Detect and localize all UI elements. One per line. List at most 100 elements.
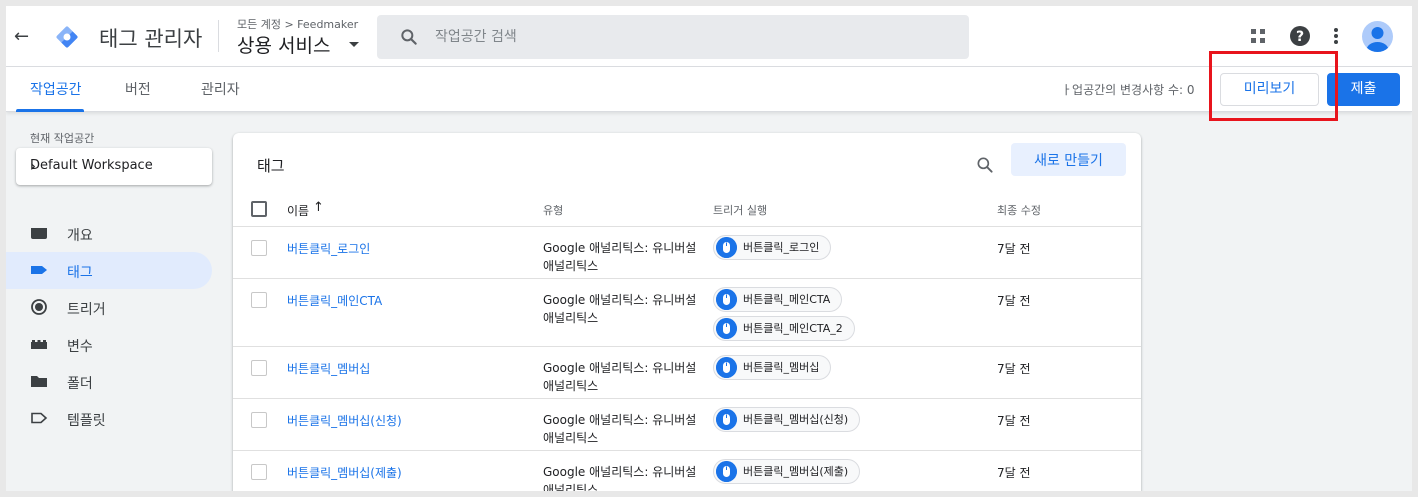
tags-card: 태그 새로 만들기 이름 ↑ 유형 트리거 실행 최종 수정 버튼클릭_로그인 … [233, 133, 1141, 491]
select-all-checkbox[interactable] [251, 201, 267, 217]
trigger-chip-label: 버튼클릭_멤버십(제출) [743, 465, 849, 478]
tag-name-link[interactable]: 버튼클릭_메인CTA [287, 292, 382, 309]
last-edited: 7달 전 [997, 294, 1031, 308]
tag-type: Google 애널리틱스: 유니버설 애널리틱스 [543, 291, 713, 327]
trigger-icon [31, 299, 47, 315]
tag-type-line: Google 애널리틱스: 유니버설 [543, 465, 697, 479]
preview-highlight-annotation [1209, 51, 1338, 121]
sidebar-item-folders[interactable]: 폴더 [6, 363, 212, 400]
more-vert-icon[interactable] [1324, 24, 1348, 48]
trigger-chip[interactable]: 버튼클릭_메인CTA [713, 287, 843, 312]
search-icon [401, 29, 417, 45]
svg-text:?: ? [1296, 29, 1304, 45]
search-icon[interactable] [975, 155, 995, 175]
last-edited: 7달 전 [997, 414, 1031, 428]
last-edited: 7달 전 [997, 242, 1031, 256]
row-checkbox[interactable] [251, 412, 267, 428]
tag-type-line: 애널리틱스 [543, 483, 599, 491]
row-checkbox[interactable] [251, 464, 267, 480]
column-header-trigger: 트리거 실행 [713, 204, 768, 217]
tag-name-link[interactable]: 버튼클릭_멤버십(신청) [287, 412, 402, 429]
workspace-changes-count: ㅏ업공간의 변경사항 수: 0 [1061, 83, 1195, 97]
click-trigger-icon [716, 409, 737, 430]
sidebar-item-triggers[interactable]: 트리거 [6, 289, 212, 326]
tag-type-line: Google 애널리틱스: 유니버설 [543, 361, 697, 375]
sort-arrow-up-icon[interactable]: ↑ [313, 200, 324, 215]
tag-name-link[interactable]: 버튼클릭_멤버십 [287, 360, 370, 377]
sidebar-item-label: 변수 [67, 339, 93, 355]
sidebar-item-overview[interactable]: 개요 [6, 215, 212, 252]
workspace-selector[interactable]: Default Workspace › [16, 148, 212, 185]
tag-type-line: 애널리틱스 [543, 259, 599, 273]
breadcrumb[interactable]: 모든 계정 > Feedmaker [237, 16, 358, 32]
table-header: 이름 ↑ 유형 트리거 실행 최종 수정 [233, 191, 1141, 227]
sidebar-item-label: 템플릿 [67, 413, 106, 429]
tag-type: Google 애널리틱스: 유니버설 애널리틱스 [543, 359, 713, 395]
tag-type-line: Google 애널리틱스: 유니버설 [543, 413, 697, 427]
tag-type: Google 애널리틱스: 유니버설 애널리틱스 [543, 239, 713, 275]
tab-bar: 작업공간 버전 관리자 ㅏ업공간의 변경사항 수: 0 미리보기 제출 [6, 67, 1412, 112]
sidebar-item-templates[interactable]: 템플릿 [6, 400, 212, 437]
click-trigger-icon [716, 289, 737, 310]
column-header-updated: 최종 수정 [997, 204, 1041, 217]
tag-icon [31, 266, 47, 274]
tag-type: Google 애널리틱스: 유니버설 애널리틱스 [543, 463, 713, 491]
last-edited: 7달 전 [997, 362, 1031, 376]
table-row[interactable]: 버튼클릭_멤버십 Google 애널리틱스: 유니버설 애널리틱스 버튼클릭_멤… [233, 347, 1141, 399]
click-trigger-icon [716, 318, 737, 339]
trigger-chip-label: 버튼클릭_멤버십(신청) [743, 413, 849, 426]
trigger-chip-label: 버튼클릭_로그인 [743, 241, 820, 254]
trigger-chip[interactable]: 버튼클릭_로그인 [713, 235, 832, 260]
click-trigger-icon [716, 461, 737, 482]
chevron-right-icon: › [30, 157, 36, 175]
trigger-chip[interactable]: 버튼클릭_멤버십(신청) [713, 407, 861, 432]
trigger-chip[interactable]: 버튼클릭_메인CTA_2 [713, 316, 855, 341]
caret-down-icon[interactable] [349, 42, 359, 47]
row-checkbox[interactable] [251, 360, 267, 376]
table-row[interactable]: 버튼클릭_로그인 Google 애널리틱스: 유니버설 애널리틱스 버튼클릭_로… [233, 227, 1141, 279]
table-row[interactable]: 버튼클릭_멤버십(신청) Google 애널리틱스: 유니버설 애널리틱스 버튼… [233, 399, 1141, 451]
tag-type-line: Google 애널리틱스: 유니버설 [543, 241, 697, 255]
tag-type-line: 애널리틱스 [543, 431, 599, 445]
tag-type: Google 애널리틱스: 유니버설 애널리틱스 [543, 411, 713, 447]
row-checkbox[interactable] [251, 292, 267, 308]
table-row[interactable]: 버튼클릭_멤버십(제출) Google 애널리틱스: 유니버설 애널리틱스 버튼… [233, 451, 1141, 491]
row-checkbox[interactable] [251, 240, 267, 256]
sidebar-item-label: 개요 [67, 228, 93, 244]
sidebar-item-label: 폴더 [67, 376, 93, 392]
app-frame: ← 태그 관리자 모든 계정 > Feedmaker 상용 서비스 작업공간 검… [6, 6, 1412, 491]
active-tab-indicator [16, 109, 84, 112]
table-row[interactable]: 버튼클릭_메인CTA Google 애널리틱스: 유니버설 애널리틱스 버튼클릭… [233, 279, 1141, 347]
sidebar-item-label: 트리거 [67, 302, 106, 318]
tag-type-line: 애널리틱스 [543, 311, 599, 325]
click-trigger-icon [716, 357, 737, 378]
apps-grid-icon[interactable] [1246, 24, 1270, 48]
trigger-chip[interactable]: 버튼클릭_멤버십(제출) [713, 459, 861, 484]
tag-name-link[interactable]: 버튼클릭_로그인 [287, 240, 370, 257]
last-edited: 7달 전 [997, 466, 1031, 480]
tab-workspace[interactable]: 작업공간 [30, 79, 82, 99]
trigger-chip[interactable]: 버튼클릭_멤버십 [713, 355, 832, 380]
variables-icon [31, 340, 47, 349]
container-selector[interactable]: 상용 서비스 [237, 31, 330, 58]
tab-admin[interactable]: 관리자 [201, 79, 240, 99]
sidebar-item-tags[interactable]: 태그 [6, 252, 212, 289]
folder-icon [31, 376, 47, 387]
tag-manager-logo [56, 26, 78, 48]
sidebar-item-label: 태그 [67, 265, 93, 281]
sidebar-item-variables[interactable]: 변수 [6, 326, 212, 363]
workspace-search[interactable] [377, 15, 969, 59]
tag-type-line: Google 애널리틱스: 유니버설 [543, 293, 697, 307]
back-arrow-icon[interactable]: ← [14, 26, 29, 47]
search-input[interactable] [435, 15, 935, 59]
tag-name-link[interactable]: 버튼클릭_멤버십(제출) [287, 464, 402, 481]
card-title: 태그 [257, 157, 285, 175]
new-tag-button[interactable]: 새로 만들기 [1011, 143, 1126, 176]
column-header-name[interactable]: 이름 [287, 202, 309, 219]
column-header-type: 유형 [543, 204, 564, 217]
divider [218, 20, 219, 52]
help-icon[interactable]: ? [1288, 24, 1312, 48]
trigger-chip-label: 버튼클릭_멤버십 [743, 361, 820, 374]
avatar[interactable] [1362, 21, 1393, 52]
tab-versions[interactable]: 버전 [125, 79, 151, 99]
